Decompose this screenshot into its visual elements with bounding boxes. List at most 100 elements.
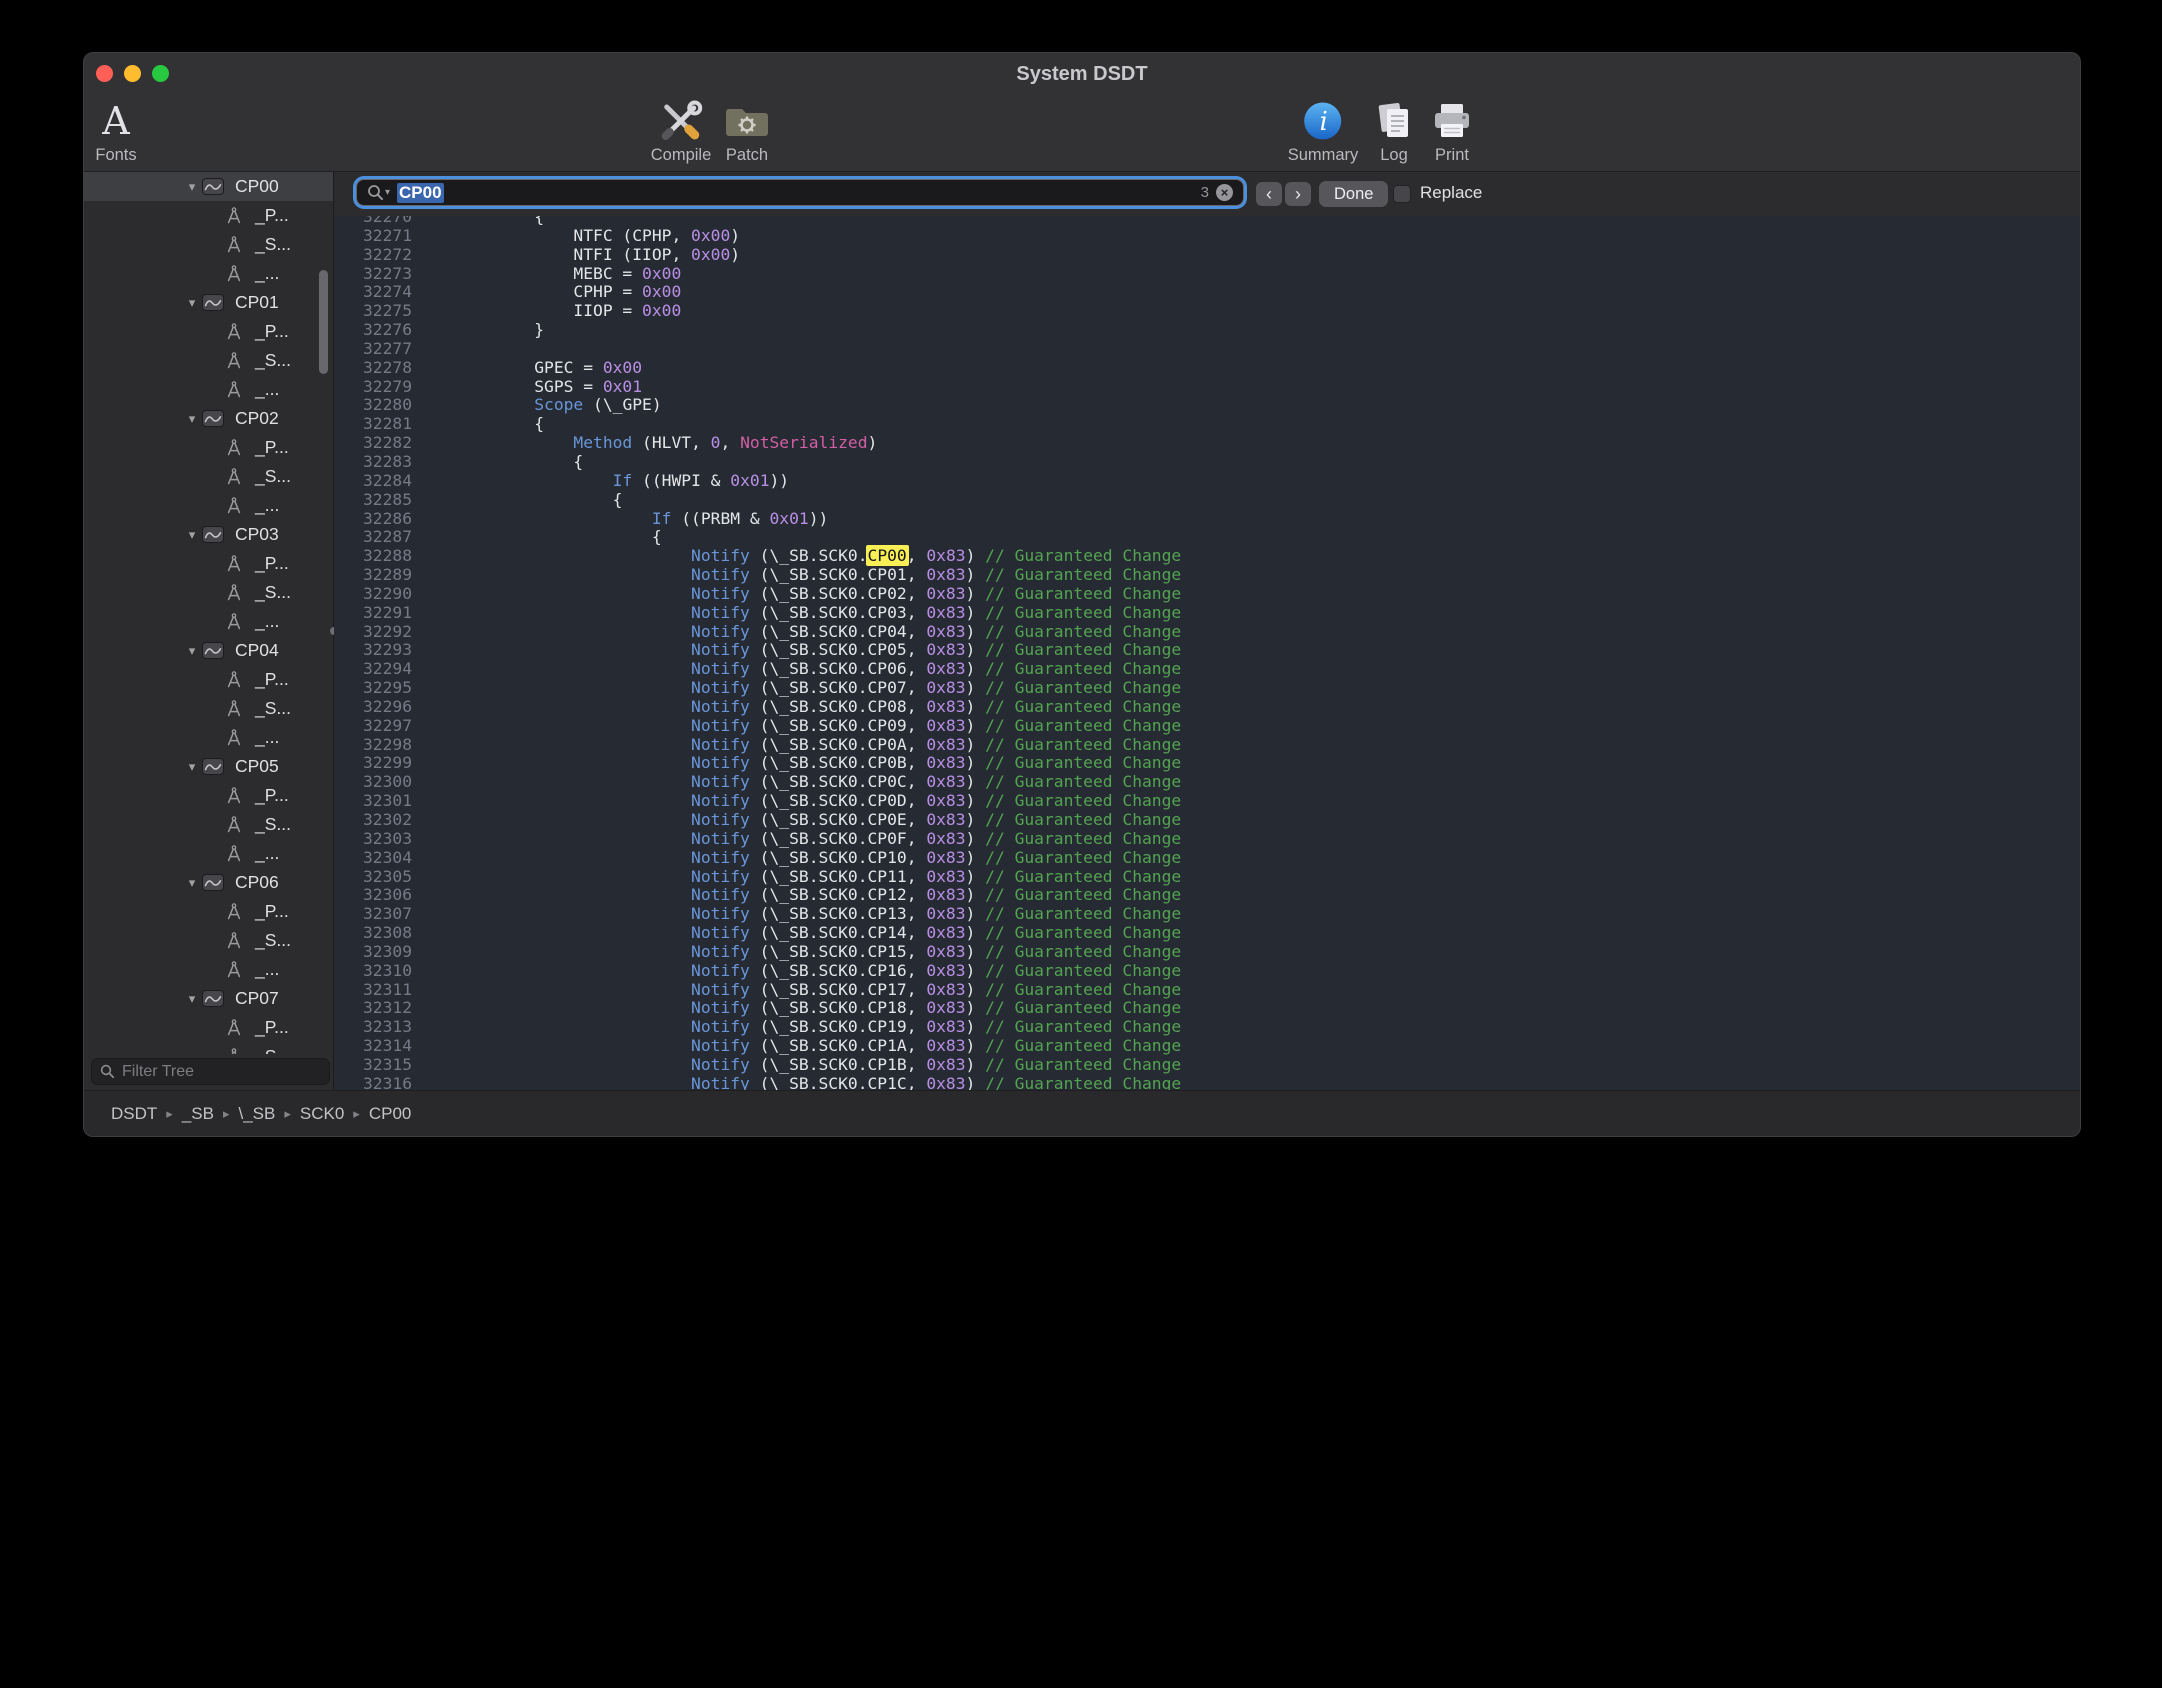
find-input[interactable]: ▾ CP00 3 × [356,179,1244,206]
line-number: 32298 [349,736,412,755]
method-icon [224,815,244,835]
code-line: 32275 IIOP = 0x00 [334,302,2080,321]
tree-item-_p[interactable]: _P... [84,665,333,694]
tree-item-_s[interactable]: _S... [84,462,333,491]
tree-item-_p[interactable]: _P... [84,781,333,810]
tree-item-cp00[interactable]: ▾ CP00 [84,172,333,201]
find-previous-button[interactable]: ‹ [1256,182,1282,206]
find-next-button[interactable]: › [1285,182,1311,206]
window-header: System DSDT A Fonts [84,53,2080,172]
line-number: 32275 [349,302,412,321]
minimize-button[interactable] [124,65,141,82]
code-lines: 32270 {32271 NTFC (CPHP, 0x00)32272 NTFI… [334,216,2080,1091]
tree-item-cp03[interactable]: ▾ CP03 [84,520,333,549]
compile-button[interactable]: Compile [651,97,712,165]
code-line: 32283 { [334,453,2080,472]
tree-item-_p[interactable]: _P... [84,549,333,578]
code-editor[interactable]: 32270 {32271 NTFC (CPHP, 0x00)32272 NTFI… [334,216,2080,1091]
tree-item-_p[interactable]: _P... [84,897,333,926]
tree-item-_s[interactable]: _S... [84,1042,333,1054]
tree-item-_[interactable]: _... [84,955,333,984]
tree-item-_s[interactable]: _S... [84,810,333,839]
code-line: 32311 Notify (\_SB.SCK0.CP17, 0x83) // G… [334,981,2080,1000]
method-icon [224,380,244,400]
titlebar[interactable]: System DSDT [84,53,2080,93]
line-number: 32316 [349,1075,412,1091]
line-number: 32280 [349,396,412,415]
tree-item-_p[interactable]: _P... [84,201,333,230]
fonts-button[interactable]: A Fonts [95,97,136,165]
breadcrumb-item[interactable]: \_SB [238,1104,275,1124]
patch-button[interactable]: Patch [724,97,770,165]
tree-item-_s[interactable]: _S... [84,926,333,955]
disclosure-triangle-icon[interactable]: ▾ [182,643,202,659]
tree-item-label: _S... [255,698,291,719]
filter-tree-input[interactable]: Filter Tree [91,1058,330,1085]
line-number: 32282 [349,434,412,453]
summary-button[interactable]: i Summary [1288,97,1359,165]
replace-checkbox[interactable] [1393,185,1411,203]
tree-item-_[interactable]: _... [84,839,333,868]
tree-item-label: CP07 [235,988,279,1009]
tree-item-_[interactable]: _... [84,375,333,404]
tree-item-label: CP04 [235,640,279,661]
tree-item-cp02[interactable]: ▾CP02 [84,404,333,433]
log-button[interactable]: Log [1373,97,1415,165]
tree-item-cp07[interactable]: ▾ CP07 [84,984,333,1013]
disclosure-triangle-icon[interactable]: ▾ [182,411,202,427]
disclosure-triangle-icon[interactable]: ▾ [182,527,202,543]
code-line: 32280 Scope (\_GPE) [334,396,2080,415]
disclosure-triangle-icon[interactable]: ▾ [182,875,202,891]
breadcrumb-separator-icon: ▸ [353,1106,360,1122]
breadcrumb-item[interactable]: DSDT [111,1104,157,1124]
scope-icon [202,410,224,427]
sidebar-scrollbar-thumb[interactable] [319,270,328,374]
disclosure-triangle-icon[interactable]: ▾ [182,179,202,195]
tree-item-_s[interactable]: _S... [84,346,333,375]
line-number: 32297 [349,717,412,736]
svg-text:i: i [1320,107,1328,137]
breadcrumb-item[interactable]: _SB [182,1104,214,1124]
code-line: 32293 Notify (\_SB.SCK0.CP05, 0x83) // G… [334,641,2080,660]
search-query-text: CP00 [397,183,444,203]
breadcrumb-separator-icon: ▸ [284,1106,291,1122]
code-line: 32287 { [334,528,2080,547]
breadcrumb-item[interactable]: CP00 [369,1104,412,1124]
tree-item-cp04[interactable]: ▾ CP04 [84,636,333,665]
tree-item-cp01[interactable]: ▾ CP01 [84,288,333,317]
tree-item-cp06[interactable]: ▾CP06 [84,868,333,897]
tree-item-_[interactable]: _... [84,491,333,520]
tree-item-_s[interactable]: _S... [84,230,333,259]
tree-item-label: CP05 [235,756,279,777]
tree-item-label: CP03 [235,524,279,545]
tree-item-_s[interactable]: _S... [84,694,333,723]
print-button[interactable]: Print [1430,97,1474,165]
tree-item-_[interactable]: _... [84,723,333,752]
tree-item-_p[interactable]: _P... [84,433,333,462]
filter-placeholder: Filter Tree [122,1063,194,1081]
done-button[interactable]: Done [1319,181,1388,207]
zoom-button[interactable] [152,65,169,82]
disclosure-triangle-icon[interactable]: ▾ [182,295,202,311]
method-icon [224,1018,244,1038]
method-icon [224,206,244,226]
tree-item-cp05[interactable]: ▾ CP05 [84,752,333,781]
clear-search-button[interactable]: × [1216,184,1233,201]
line-number: 32308 [349,924,412,943]
tree-item-label: _P... [255,321,289,342]
search-menu-icon[interactable]: ▾ [367,184,390,201]
tree-item-_s[interactable]: _S... [84,578,333,607]
close-button[interactable] [96,65,113,82]
disclosure-triangle-icon[interactable]: ▾ [182,991,202,1007]
tree-item-label: CP01 [235,292,279,313]
code-line: 32294 Notify (\_SB.SCK0.CP06, 0x83) // G… [334,660,2080,679]
tree-item-_[interactable]: _... [84,607,333,636]
tree-item-label: CP00 [235,176,279,197]
tree-item-_p[interactable]: _P... [84,317,333,346]
tree-item-_[interactable]: _... [84,259,333,288]
disclosure-triangle-icon[interactable]: ▾ [182,759,202,775]
code-line: 32306 Notify (\_SB.SCK0.CP12, 0x83) // G… [334,886,2080,905]
scope-icon [202,642,224,659]
breadcrumb-item[interactable]: SCK0 [300,1104,344,1124]
tree-item-_p[interactable]: _P... [84,1013,333,1042]
